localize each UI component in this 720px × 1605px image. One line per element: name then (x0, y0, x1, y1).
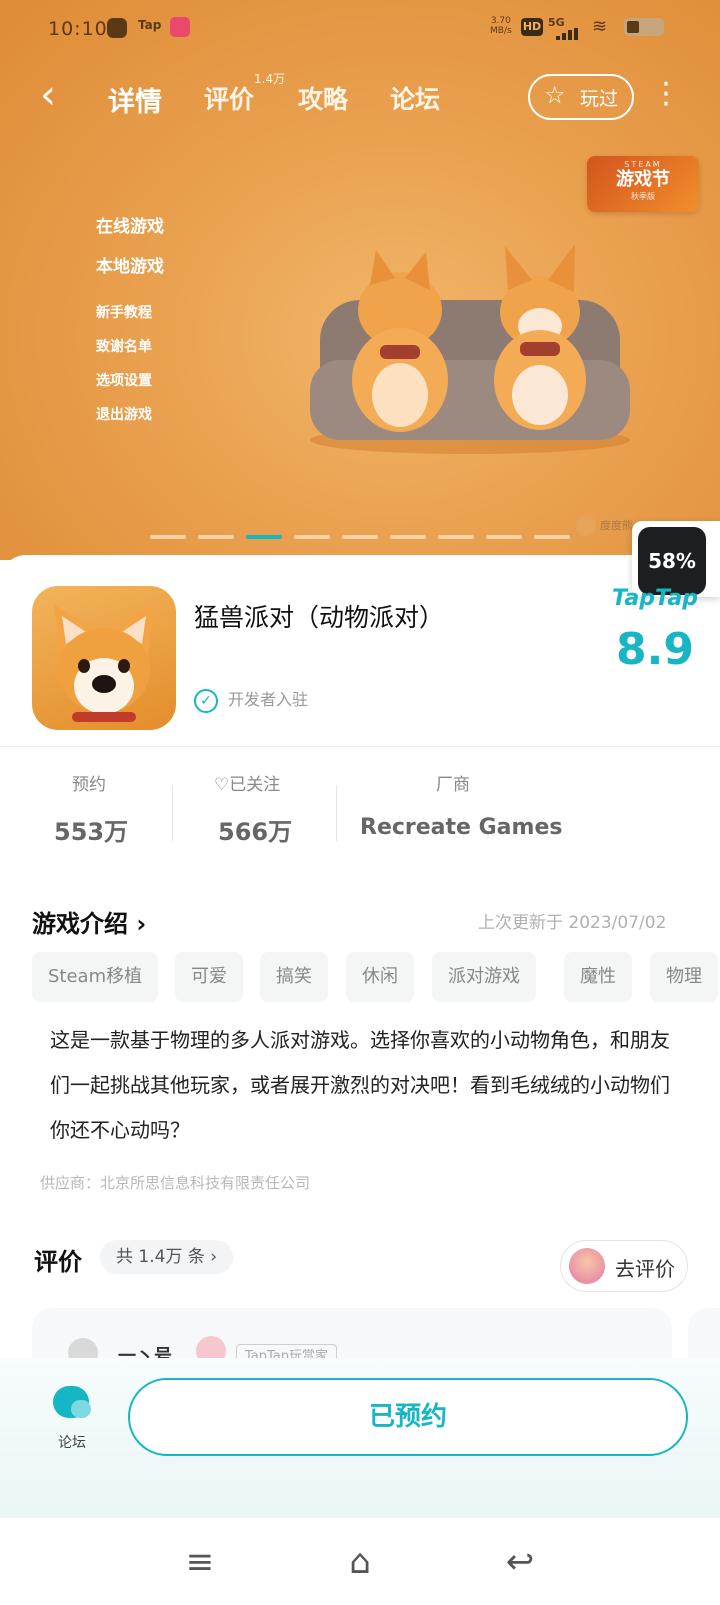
banner-menu-exit: 退出游戏 (96, 407, 152, 423)
tab-guides[interactable]: 攻略 (298, 80, 348, 116)
played-label: 玩过 (580, 88, 619, 110)
carousel-dot (198, 535, 234, 539)
chevron-right-icon: › (136, 910, 147, 938)
banner-menu-tutorial: 新手教程 (96, 305, 152, 321)
divider (0, 746, 720, 747)
tag-list: Steam移植 可爱 搞笑 休闲 派对游戏 魔性 物理 (32, 952, 720, 1004)
reviews-count-button[interactable]: 共 1.4万 条 › (100, 1240, 234, 1274)
bottom-action-bar: 论坛 已预约 (0, 1358, 720, 1518)
carousel-dot (342, 535, 378, 539)
game-description: 这是一款基于物理的多人派对游戏。选择你喜欢的小动物角色，和朋友们一起挑战其他玩家… (50, 1028, 670, 1142)
home-icon[interactable]: ⌂ (340, 1542, 380, 1582)
corgi-icon (54, 604, 154, 722)
steam-label: STEAM (624, 160, 662, 169)
game-icon (32, 586, 176, 730)
reviews-title: 评价 (34, 1248, 82, 1276)
forum-label: 论坛 (58, 1435, 86, 1451)
reserved-button[interactable]: 已预约 (128, 1378, 688, 1456)
network-speed: 3.70 MB/s (490, 16, 512, 36)
banner-artwork (310, 244, 630, 454)
carousel-dot (390, 535, 426, 539)
check-icon: ✓ (194, 688, 218, 713)
tag-steam-port[interactable]: Steam移植 (32, 952, 159, 1002)
signal-icon (556, 28, 582, 40)
banner-credit: 度度熊 (576, 516, 633, 536)
status-bar: 10:10 Tap 3.70 MB/s HD 5G ≋ (0, 14, 720, 44)
app-notification-icon (107, 18, 127, 38)
reserve-stat-value: 553万 (54, 818, 129, 846)
tab-forum[interactable]: 论坛 (390, 80, 440, 116)
tab-reviews[interactable]: 评价 (204, 80, 254, 116)
back-nav-icon[interactable]: ↩ (500, 1542, 540, 1582)
steam-festival-badge[interactable]: STEAM 游戏节 秋季版 (587, 156, 699, 212)
vendor-stat-value[interactable]: Recreate Games (360, 815, 562, 840)
banner-menu-credits: 致谢名单 (96, 339, 152, 355)
tap-notification-label: Tap (138, 18, 162, 32)
progress-percent: 58% (638, 527, 706, 595)
follow-stat-value: 566万 (218, 818, 293, 846)
battery-icon (624, 18, 664, 36)
tag-physics[interactable]: 物理 (650, 952, 718, 1002)
heart-icon: ♡ (214, 775, 230, 795)
carousel-dot (534, 535, 570, 539)
carousel-dot (294, 535, 330, 539)
credit-avatar (576, 516, 596, 536)
system-nav-bar: ≡ ⌂ ↩ (0, 1520, 720, 1605)
reserve-stat-label: 预约 (72, 775, 106, 795)
carousel-dot-active (246, 535, 282, 539)
write-review-label: 去评价 (615, 1257, 675, 1281)
tab-reviews-count: 1.4万 (254, 72, 286, 86)
follow-stat[interactable]: ♡已关注 (214, 770, 280, 795)
festival-label: 游戏节 (616, 169, 670, 190)
chevron-right-icon: › (210, 1247, 218, 1267)
user-avatar (569, 1248, 605, 1284)
banner-menu-online: 在线游戏 (96, 217, 164, 237)
tag-casual[interactable]: 休闲 (346, 952, 414, 1002)
rating-score: 8.9 (616, 624, 694, 675)
carousel-dot (486, 535, 522, 539)
follow-stat-label: 已关注 (229, 775, 281, 795)
tag-funny[interactable]: 搞笑 (260, 952, 328, 1002)
last-updated: 上次更新于 2023/07/02 (478, 913, 667, 933)
carousel-indicator (150, 535, 570, 539)
game-title: 猛兽派对（动物派对） (194, 603, 445, 632)
tag-quirky[interactable]: 魔性 (564, 952, 632, 1002)
banner-menu-local: 本地游戏 (96, 257, 164, 277)
hd-icon: HD (521, 18, 543, 36)
status-time: 10:10 (48, 18, 108, 40)
stat-divider (172, 785, 173, 841)
top-nav: ‹ 详情 评价 1.4万 攻略 论坛 ☆ 玩过 · · · (0, 66, 720, 126)
tag-cute[interactable]: 可爱 (175, 952, 243, 1002)
chat-bubble-icon (53, 1386, 91, 1418)
stat-divider (336, 785, 337, 841)
supplier-info: 供应商：北京所思信息科技有限责任公司 (40, 1174, 311, 1192)
tab-detail[interactable]: 详情 (108, 80, 162, 119)
taptap-rating-brand: TapTap (612, 586, 698, 611)
tag-party[interactable]: 派对游戏 (432, 952, 536, 1002)
more-icon[interactable]: · · · (656, 70, 676, 120)
carousel-dot (438, 535, 474, 539)
played-button[interactable]: ☆ 玩过 (528, 74, 634, 120)
back-icon[interactable]: ‹ (40, 75, 76, 115)
wifi-icon: ≋ (592, 16, 608, 37)
menu-icon[interactable]: ≡ (180, 1542, 220, 1582)
video-app-icon (170, 17, 190, 37)
write-review-button[interactable]: 去评价 (560, 1240, 688, 1292)
star-plus-icon: ☆ (544, 81, 566, 109)
carousel-dot (150, 535, 186, 539)
festival-edition: 秋季版 (631, 192, 655, 201)
vendor-stat-label: 厂商 (436, 775, 470, 795)
intro-title[interactable]: 游戏介绍 › (32, 904, 146, 939)
banner-menu-settings: 选项设置 (96, 373, 152, 389)
developer-verified: ✓ 开发者入驻 (194, 686, 308, 713)
hero-banner[interactable]: 10:10 Tap 3.70 MB/s HD 5G ≋ ‹ 详情 评价 1.4万… (0, 0, 720, 560)
